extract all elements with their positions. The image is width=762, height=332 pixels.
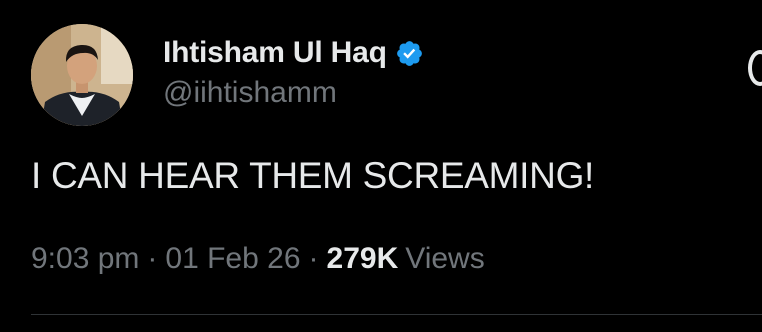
- views-count[interactable]: 279K: [327, 242, 399, 276]
- tweet-time[interactable]: 9:03 pm: [31, 242, 139, 276]
- more-options-icon[interactable]: [748, 50, 762, 86]
- tweet-meta: 9:03 pm · 01 Feb 26 · 279K Views: [31, 242, 485, 276]
- views-label: Views: [405, 242, 485, 275]
- tweet-date[interactable]: 01 Feb 26: [165, 242, 300, 276]
- avatar-image: [31, 24, 133, 126]
- avatar[interactable]: [31, 24, 133, 126]
- author-name-row[interactable]: Ihtisham Ul Haq: [163, 34, 424, 72]
- meta-separator: ·: [147, 242, 158, 275]
- tweet-detail: Ihtisham Ul Haq @iihtishamm I CAN HEAR T…: [0, 0, 762, 332]
- tweet-text: I CAN HEAR THEM SCREAMING!: [31, 155, 595, 196]
- meta-separator: ·: [308, 242, 319, 275]
- verified-badge-icon[interactable]: [395, 39, 424, 68]
- display-name[interactable]: Ihtisham Ul Haq: [163, 36, 387, 70]
- divider: [31, 314, 762, 315]
- author-handle[interactable]: @iihtishamm: [163, 76, 337, 110]
